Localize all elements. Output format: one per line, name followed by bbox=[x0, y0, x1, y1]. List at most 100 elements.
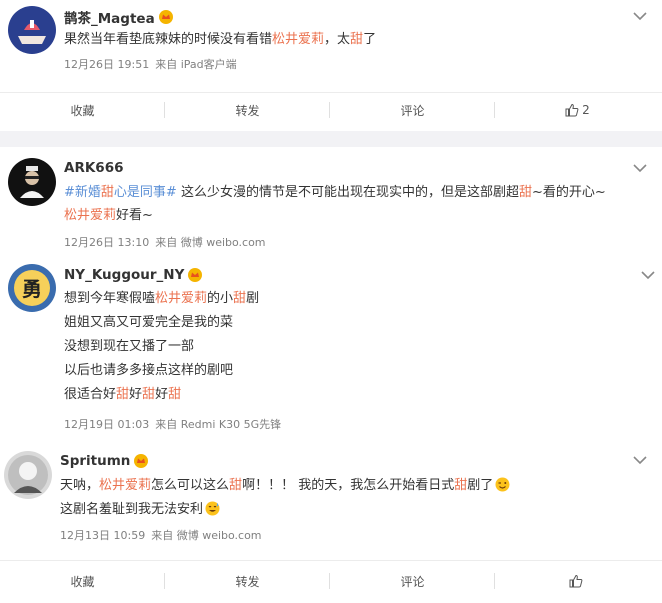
text-segment: 剧 bbox=[246, 291, 260, 306]
text-segment: 以后也请多多接点这样的剧吧 bbox=[64, 363, 234, 378]
highlight-word: 甜 bbox=[229, 478, 243, 493]
chevron-down-icon[interactable] bbox=[632, 454, 648, 466]
vip-crown-icon bbox=[188, 268, 203, 282]
text-segment: 姐姐又高又可爱完全是我的菜 bbox=[64, 315, 234, 330]
like-count: 2 bbox=[582, 103, 590, 117]
collect-label: 收藏 bbox=[70, 103, 95, 118]
post-text-line-5: 很适合好甜好甜好甜 bbox=[64, 385, 181, 405]
highlight-word: 甜 bbox=[100, 185, 114, 200]
text-segment: 果然当年看垫底辣妹的时候没有看错 bbox=[64, 32, 273, 47]
forward-label: 转发 bbox=[235, 103, 260, 118]
section-gap bbox=[0, 131, 662, 147]
collect-label: 收藏 bbox=[70, 574, 95, 589]
username[interactable]: ARK666 bbox=[64, 160, 123, 176]
post-meta: 12月19日 01:03 来自 Redmi K30 5G先锋 bbox=[64, 416, 287, 432]
post-4: Spritumn 天呐，松井爱莉怎么可以这么甜啊！！！ 我的天，我怎么开始看日式… bbox=[0, 440, 662, 558]
chevron-down-icon[interactable] bbox=[632, 162, 648, 174]
highlight-word: 甜 bbox=[116, 387, 130, 402]
post-text-line-2: 松井爱莉好看~ bbox=[64, 206, 153, 226]
action-bar-bottom: 收藏 转发 评论 bbox=[0, 561, 662, 601]
collect-button[interactable]: 收藏 bbox=[0, 561, 165, 601]
wink-emoji-icon bbox=[495, 477, 510, 492]
forward-label: 转发 bbox=[235, 574, 260, 589]
post-text-line-2: 姐姐又高又可爱完全是我的菜 bbox=[64, 313, 233, 333]
like-button[interactable] bbox=[495, 561, 660, 601]
timestamp[interactable]: 12月19日 01:03 bbox=[64, 418, 149, 431]
thumb-up-icon bbox=[565, 103, 579, 117]
post-text-line-1: 天呐，松井爱莉怎么可以这么甜啊！！！ 我的天，我怎么开始看日式甜剧了 bbox=[60, 476, 510, 496]
mention-link[interactable]: 松井爱莉 bbox=[64, 208, 116, 223]
highlight-word: 甜 bbox=[168, 387, 182, 402]
post-2: ARK666 #新婚甜心是同事# 这么少女漫的情节是不可能出现在现实中的，但是这… bbox=[0, 147, 662, 259]
text-segment: 好 bbox=[155, 387, 169, 402]
highlight-word: 甜 bbox=[454, 478, 468, 493]
chevron-down-icon[interactable] bbox=[640, 269, 656, 281]
comment-button[interactable]: 评论 bbox=[330, 561, 495, 601]
post-text-line-4: 以后也请多多接点这样的剧吧 bbox=[64, 361, 233, 381]
highlight-word: 甜 bbox=[142, 387, 156, 402]
source: 来自 Redmi K30 5G先锋 bbox=[155, 418, 282, 431]
text-segment: 好看~ bbox=[116, 208, 153, 223]
text-segment: 怎么可以这么 bbox=[151, 478, 230, 493]
svg-text:勇: 勇 bbox=[22, 277, 42, 301]
username[interactable]: NY_Kuggour_NY bbox=[64, 267, 203, 283]
topic-tag[interactable]: #新婚 bbox=[64, 185, 101, 200]
username[interactable]: Spritumn bbox=[60, 453, 149, 469]
source: 来自 微博 weibo.com bbox=[155, 236, 266, 249]
text-segment: 这剧名羞耻到我无法安利 bbox=[60, 502, 204, 517]
username[interactable]: 鹊茶_Magtea bbox=[64, 7, 173, 27]
mention-link[interactable]: 松井爱莉 bbox=[99, 478, 151, 493]
username-text[interactable]: NY_Kuggour_NY bbox=[64, 267, 184, 283]
avatar[interactable] bbox=[8, 158, 56, 206]
post-1: 鹊茶_Magtea 果然当年看垫底辣妹的时候没有看错松井爱莉，太甜了 12月26… bbox=[0, 0, 662, 92]
vip-crown-icon bbox=[158, 10, 173, 24]
avatar[interactable]: 勇 bbox=[8, 264, 56, 312]
comment-button[interactable]: 评论 bbox=[330, 90, 495, 130]
text-segment: 了 bbox=[363, 32, 377, 47]
thumb-up-icon bbox=[569, 574, 583, 588]
comment-label: 评论 bbox=[400, 103, 425, 118]
vip-crown-icon bbox=[134, 454, 149, 468]
text-segment: 好 bbox=[129, 387, 143, 402]
timestamp[interactable]: 12月26日 19:51 bbox=[64, 58, 149, 71]
timestamp[interactable]: 12月26日 13:10 bbox=[64, 236, 149, 249]
text-segment: 剧了 bbox=[467, 478, 494, 493]
text-segment: 的小 bbox=[207, 291, 234, 306]
username-text[interactable]: 鹊茶_Magtea bbox=[64, 7, 155, 27]
post-text-line-3: 没想到现在又播了一部 bbox=[64, 337, 194, 357]
highlight-word: 甜 bbox=[518, 185, 532, 200]
text-segment: 天呐， bbox=[60, 478, 100, 493]
sweat-smile-emoji-icon bbox=[205, 501, 220, 516]
post-meta: 12月26日 13:10 来自 微博 weibo.com bbox=[64, 234, 272, 250]
text-segment: 想到今年寒假嗑 bbox=[64, 291, 156, 306]
post-3: 勇 NY_Kuggour_NY 想到今年寒假嗑松井爱莉的小甜剧 姐姐又高又可爱完… bbox=[0, 259, 662, 439]
chevron-down-icon[interactable] bbox=[632, 10, 648, 22]
source: 来自 iPad客户端 bbox=[155, 58, 237, 71]
text-segment: 啊！！！ 我的天，我怎么开始看日式 bbox=[242, 478, 455, 493]
text-segment: 很适合好 bbox=[64, 387, 117, 402]
topic-tag[interactable]: 心是同事# bbox=[114, 185, 177, 200]
mention-link[interactable]: 松井爱莉 bbox=[155, 291, 207, 306]
source: 来自 微博 weibo.com bbox=[151, 529, 262, 542]
like-button[interactable]: 2 bbox=[495, 90, 660, 130]
forward-button[interactable]: 转发 bbox=[165, 90, 330, 130]
timestamp[interactable]: 12月13日 10:59 bbox=[60, 529, 145, 542]
highlight-word: 甜 bbox=[350, 32, 364, 47]
text-segment: 没想到现在又播了一部 bbox=[64, 339, 195, 354]
text-segment: ，太 bbox=[324, 32, 351, 47]
action-bar-top: 收藏 转发 评论 2 bbox=[0, 90, 662, 130]
post-text-line-1: 想到今年寒假嗑松井爱莉的小甜剧 bbox=[64, 289, 259, 309]
mention-link[interactable]: 松井爱莉 bbox=[272, 32, 324, 47]
post-text-line-2: 这剧名羞耻到我无法安利 bbox=[60, 500, 220, 520]
text-segment: ~看的开心~ bbox=[531, 185, 606, 200]
username-text[interactable]: ARK666 bbox=[64, 160, 123, 176]
highlight-word: 甜 bbox=[233, 291, 247, 306]
username-text[interactable]: Spritumn bbox=[60, 453, 130, 469]
forward-button[interactable]: 转发 bbox=[165, 561, 330, 601]
avatar[interactable] bbox=[4, 451, 52, 499]
avatar[interactable] bbox=[8, 6, 56, 54]
post-meta: 12月26日 19:51 来自 iPad客户端 bbox=[64, 56, 243, 72]
comment-label: 评论 bbox=[400, 574, 425, 589]
collect-button[interactable]: 收藏 bbox=[0, 90, 165, 130]
text-segment: 这么少女漫的情节是不可能出现在现实中的，但是这部剧超 bbox=[176, 185, 519, 200]
